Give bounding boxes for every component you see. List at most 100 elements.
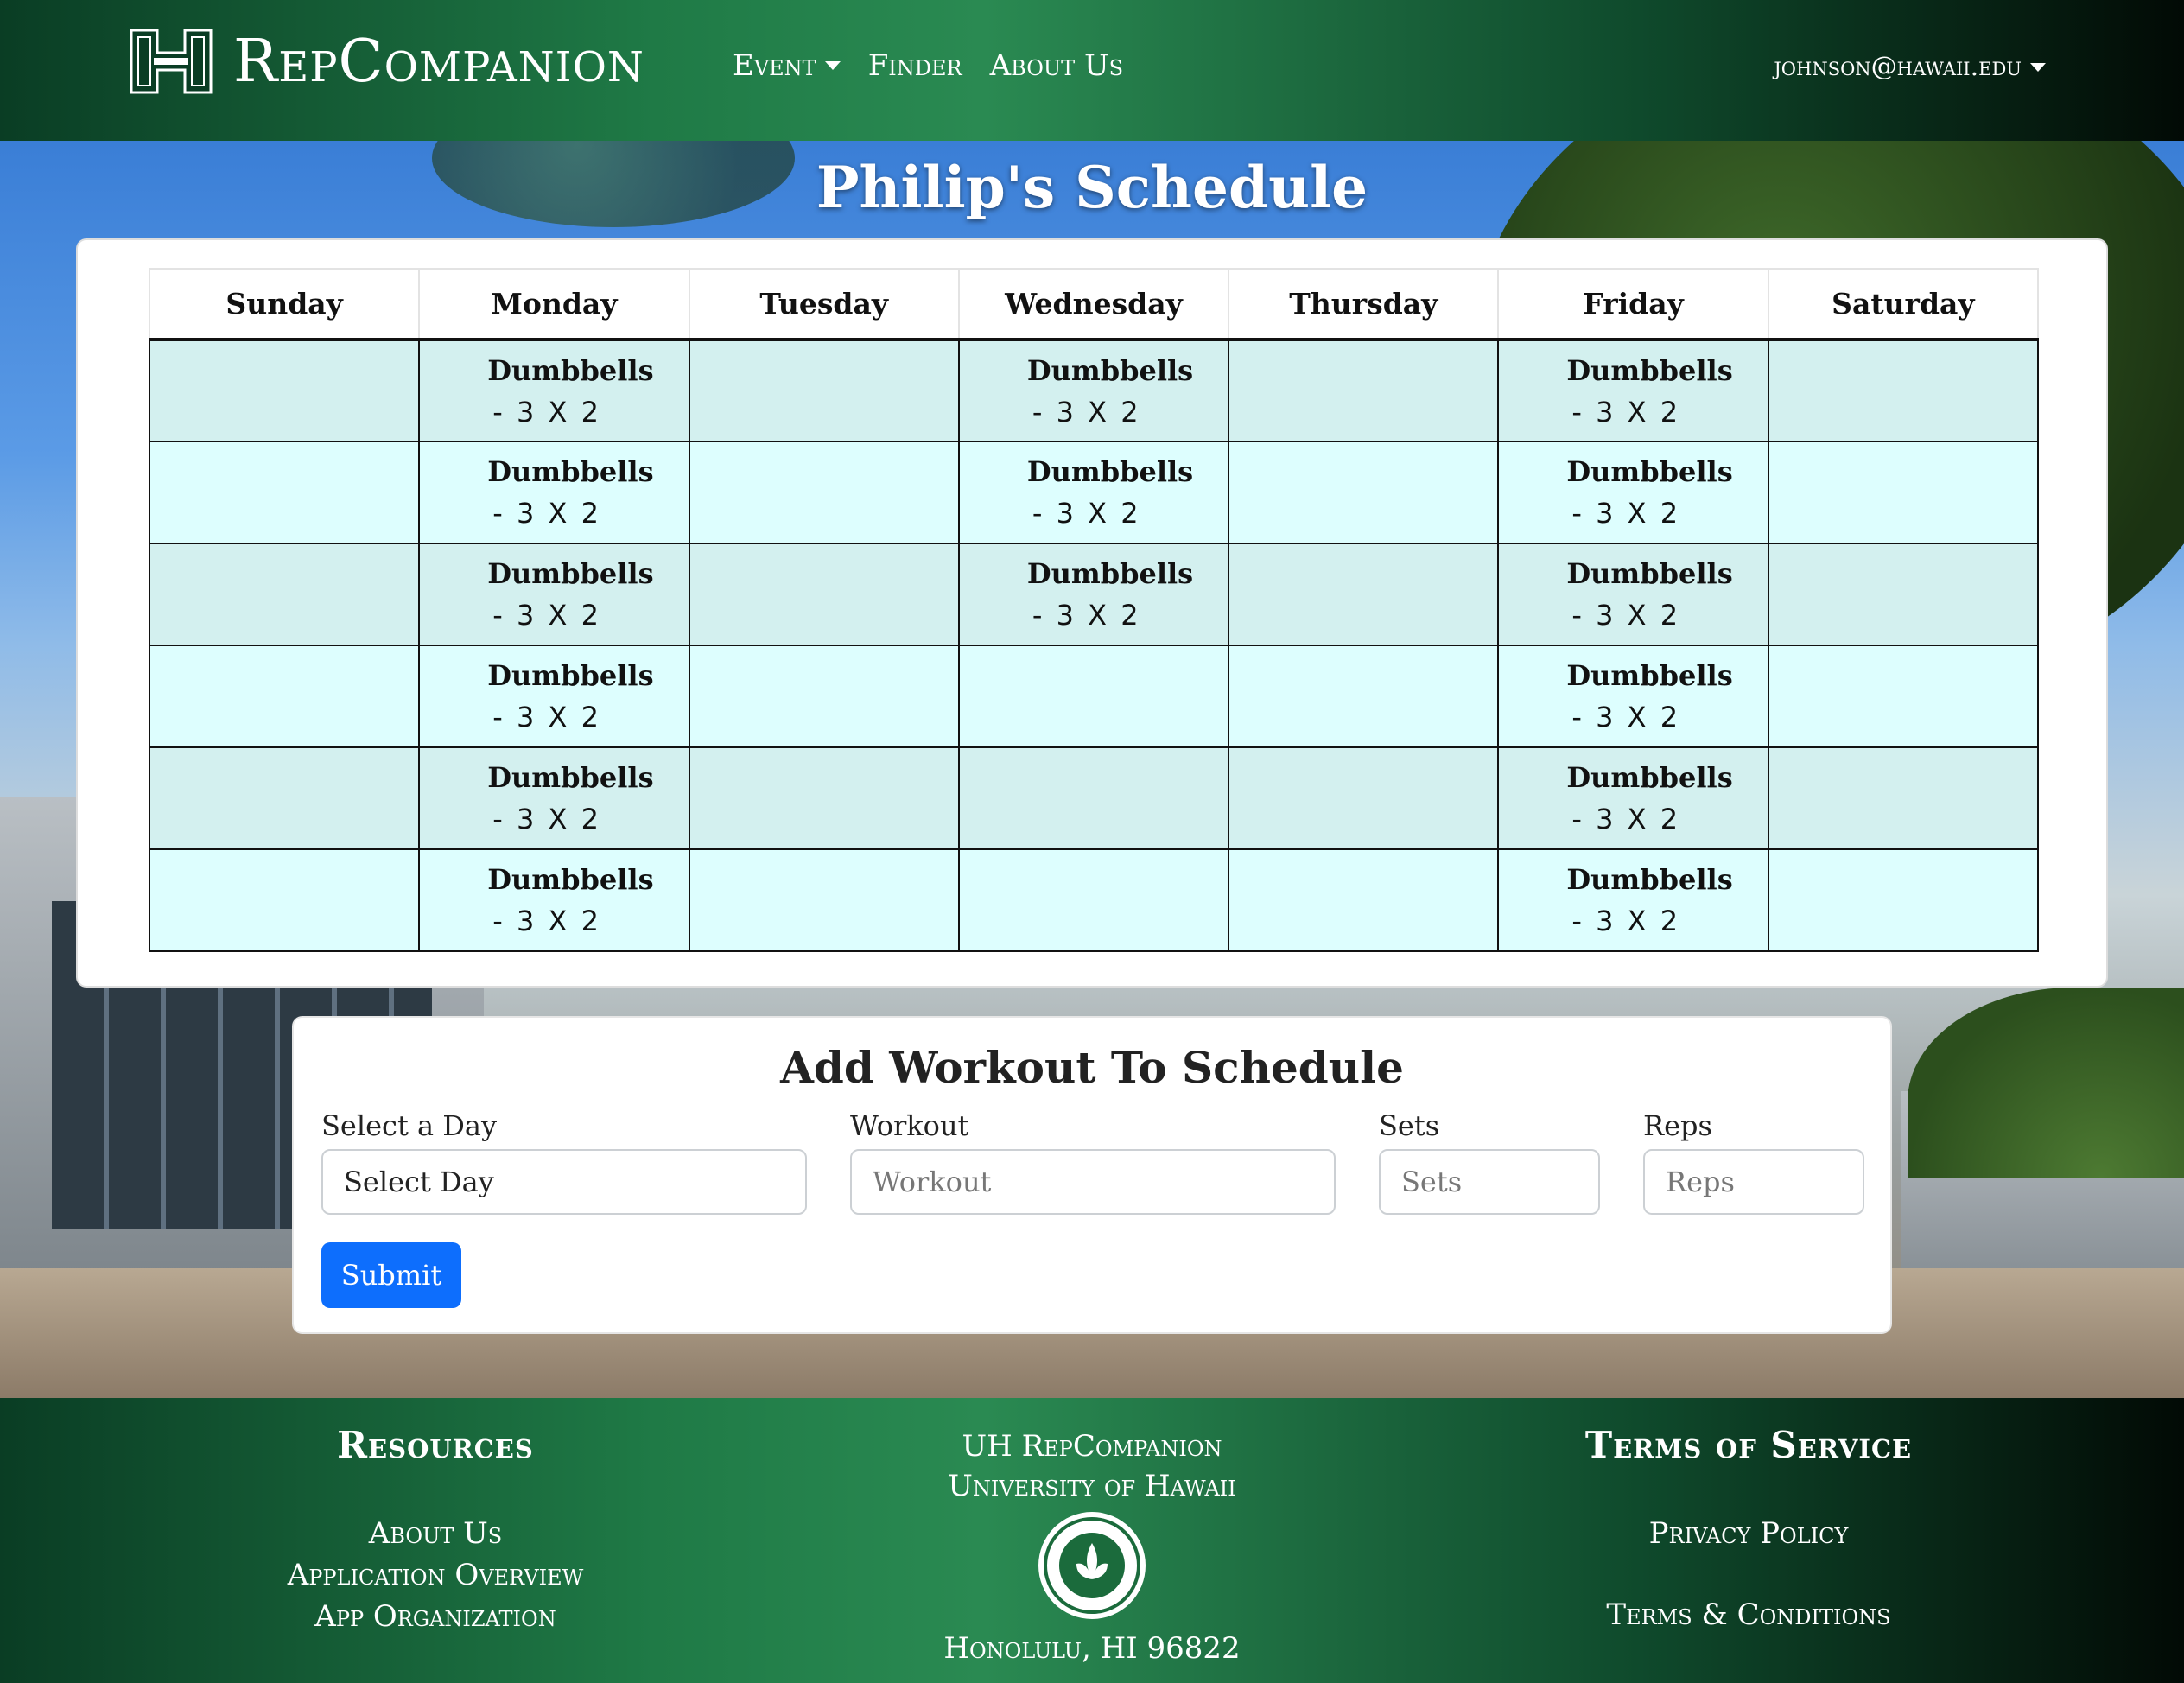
schedule-cell <box>688 746 960 850</box>
schedule-cell: Dumbbells - 3 X 2 <box>1497 746 1769 850</box>
schedule-cell <box>1228 441 1500 544</box>
schedule-cell: Dumbbells - 3 X 2 <box>1497 848 1769 952</box>
nav-finder-link[interactable]: Finder <box>868 48 962 83</box>
add-workout-form: Add Workout To Schedule Select a Day Sel… <box>292 1016 1892 1334</box>
schedule-cell <box>1228 645 1500 748</box>
workout-sets-reps: - 3 X 2 <box>492 803 601 835</box>
sets-label: Sets <box>1379 1109 1440 1142</box>
schedule-cell <box>1228 339 1500 442</box>
user-menu-dropdown[interactable]: johnson@hawaii.edu <box>1774 52 2046 82</box>
workout-sets-reps: - 3 X 2 <box>492 497 601 530</box>
schedule-cell <box>1767 645 2040 748</box>
schedule-cell: Dumbbells - 3 X 2 <box>418 645 690 748</box>
workout-name: Dumbbells <box>1026 353 1194 387</box>
footer-terms: Terms of Service Privacy Policy Terms & … <box>1541 1424 1956 1632</box>
schedule-cell <box>957 645 1230 748</box>
footer-terms-heading: Terms of Service <box>1584 1424 1913 1466</box>
day-header: Wednesday <box>957 268 1230 341</box>
schedule-row: Dumbbells - 3 X 2 Dumbbells - 3 X 2 <box>148 848 2040 952</box>
day-header: Friday <box>1497 268 1769 341</box>
schedule-cell <box>1228 746 1500 850</box>
schedule-cell <box>957 746 1230 850</box>
reps-input[interactable] <box>1643 1149 1864 1215</box>
schedule-cell <box>688 441 960 544</box>
schedule-cell: Dumbbells - 3 X 2 <box>418 848 690 952</box>
workout-sets-reps: - 3 X 2 <box>492 599 601 632</box>
navbar: RepCompanion Event Finder About Us johns… <box>0 0 2184 141</box>
uh-seal-icon <box>1038 1512 1146 1619</box>
schedule-cell <box>148 645 421 748</box>
day-select[interactable]: Select Day <box>321 1149 807 1215</box>
workout-sets-reps: - 3 X 2 <box>492 905 601 937</box>
schedule-row: Dumbbells - 3 X 2 Dumbbells - 3 X 2 Dumbbell… <box>148 543 2040 646</box>
footer-link-app-organization[interactable]: App Organization <box>228 1599 643 1634</box>
workout-name: Dumbbells <box>1026 455 1194 488</box>
footer-address: Honolulu, HI 96822 <box>943 1631 1241 1666</box>
workout-sets-reps: - 3 X 2 <box>492 395 601 429</box>
schedule-cell: Dumbbells - 3 X 2 <box>418 746 690 850</box>
nav-event-dropdown[interactable]: Event <box>733 48 841 83</box>
schedule-cell <box>1767 848 2040 952</box>
chevron-down-icon <box>2030 62 2046 72</box>
workout-name: Dumbbells <box>1566 353 1733 387</box>
schedule-cell <box>1228 848 1500 952</box>
footer-app-name: UH RepCompanion <box>962 1429 1222 1464</box>
brand[interactable]: RepCompanion <box>128 24 644 98</box>
workout-name: Dumbbells <box>487 761 654 794</box>
schedule-cell <box>148 339 421 442</box>
schedule-row: Dumbbells - 3 X 2 Dumbbells - 3 X 2 Dumbbell… <box>148 441 2040 544</box>
workout-name: Dumbbells <box>487 557 654 590</box>
sets-input[interactable] <box>1379 1149 1600 1215</box>
day-header: Monday <box>418 268 690 341</box>
nav-about-link[interactable]: About Us <box>990 48 1123 83</box>
schedule-cell: Dumbbells - 3 X 2 <box>957 543 1230 646</box>
day-header: Saturday <box>1767 268 2040 341</box>
footer-link-terms-conditions[interactable]: Terms & Conditions <box>1541 1597 1956 1632</box>
schedule-cell: Dumbbells - 3 X 2 <box>418 441 690 544</box>
workout-name: Dumbbells <box>1026 557 1194 590</box>
schedule-cell <box>1767 543 2040 646</box>
schedule-cell <box>148 848 421 952</box>
workout-sets-reps: - 3 X 2 <box>1571 803 1681 835</box>
workout-sets-reps: - 3 X 2 <box>1032 497 1141 530</box>
schedule-cell <box>1228 543 1500 646</box>
schedule-row: Dumbbells - 3 X 2 Dumbbells - 3 X 2 <box>148 645 2040 748</box>
workout-sets-reps: - 3 X 2 <box>492 701 601 734</box>
workout-name: Dumbbells <box>487 455 654 488</box>
schedule-cell <box>957 848 1230 952</box>
workout-sets-reps: - 3 X 2 <box>1571 599 1681 632</box>
workout-name: Dumbbells <box>1566 659 1733 692</box>
workout-name: Dumbbells <box>487 353 654 387</box>
schedule-cell <box>1767 746 2040 850</box>
schedule-cell: Dumbbells - 3 X 2 <box>1497 645 1769 748</box>
footer-resources-heading: Resources <box>337 1424 534 1466</box>
workout-sets-reps: - 3 X 2 <box>1571 905 1681 937</box>
schedule-header-row: Sunday Monday Tuesday Wednesday Thursday… <box>148 268 2040 341</box>
workout-input[interactable] <box>850 1149 1336 1215</box>
schedule-cell: Dumbbells - 3 X 2 <box>957 441 1230 544</box>
schedule-body: Dumbbells - 3 X 2 Dumbbells - 3 X 2 Dumbbell… <box>148 339 2040 952</box>
schedule-row: Dumbbells - 3 X 2 Dumbbells - 3 X 2 Dumbbell… <box>148 339 2040 442</box>
workout-name: Dumbbells <box>1566 557 1733 590</box>
workout-sets-reps: - 3 X 2 <box>1032 599 1141 632</box>
submit-button[interactable]: Submit <box>321 1242 461 1308</box>
footer-link-about-us[interactable]: About Us <box>228 1516 643 1551</box>
day-header: Sunday <box>148 268 421 341</box>
footer-link-application-overview[interactable]: Application Overview <box>228 1558 643 1592</box>
footer-university: University of Hawaii <box>948 1469 1236 1503</box>
footer: Resources About Us Application Overview … <box>0 1398 2184 1683</box>
schedule-cell <box>688 848 960 952</box>
workout-sets-reps: - 3 X 2 <box>1571 395 1681 429</box>
schedule-cell: Dumbbells - 3 X 2 <box>418 543 690 646</box>
schedule-cell: Dumbbells - 3 X 2 <box>418 339 690 442</box>
footer-link-privacy-policy[interactable]: Privacy Policy <box>1541 1516 1956 1551</box>
workout-name: Dumbbells <box>1566 455 1733 488</box>
workout-name: Dumbbells <box>1566 863 1733 896</box>
form-title: Add Workout To Schedule <box>780 1042 1404 1093</box>
workout-sets-reps: - 3 X 2 <box>1032 395 1141 429</box>
schedule-cell <box>1767 441 2040 544</box>
uh-h-logo-icon <box>130 29 213 94</box>
reps-label: Reps <box>1643 1109 1712 1142</box>
schedule-cell <box>148 441 421 544</box>
footer-resources: Resources About Us Application Overview … <box>228 1424 643 1634</box>
